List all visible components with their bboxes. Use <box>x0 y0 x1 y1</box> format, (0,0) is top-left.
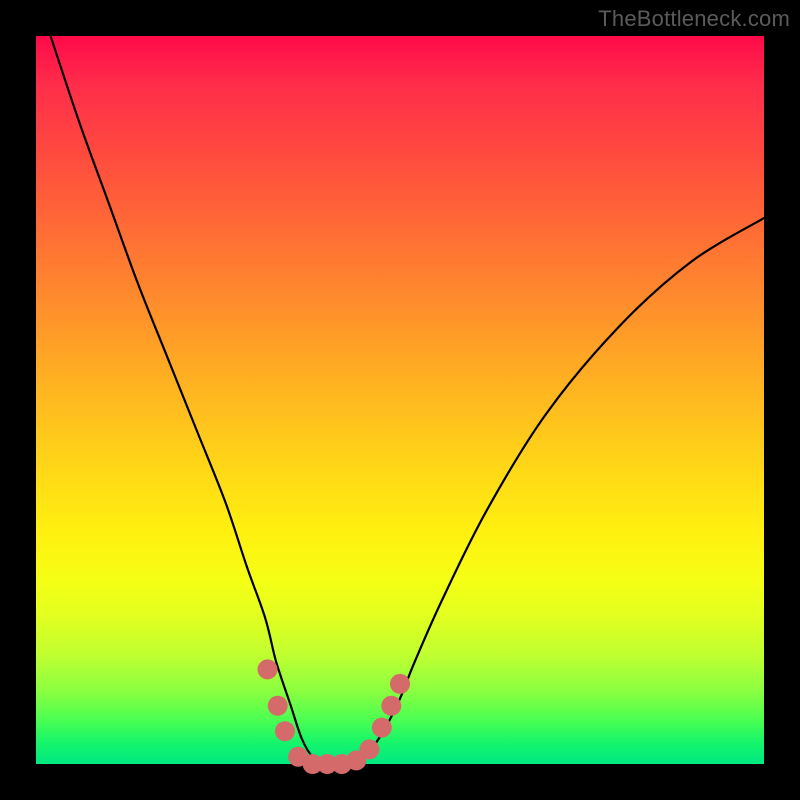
bottleneck-curve <box>51 36 764 765</box>
optimal-marker <box>275 721 295 741</box>
curve-svg <box>36 36 764 764</box>
optimal-marker <box>390 674 410 694</box>
optimal-marker <box>268 696 288 716</box>
optimal-marker <box>372 718 392 738</box>
chart-frame: TheBottleneck.com <box>0 0 800 800</box>
plot-area <box>36 36 764 764</box>
optimal-marker <box>359 739 379 759</box>
optimal-marker <box>381 696 401 716</box>
attribution-text: TheBottleneck.com <box>598 6 790 32</box>
optimal-marker <box>258 659 278 679</box>
